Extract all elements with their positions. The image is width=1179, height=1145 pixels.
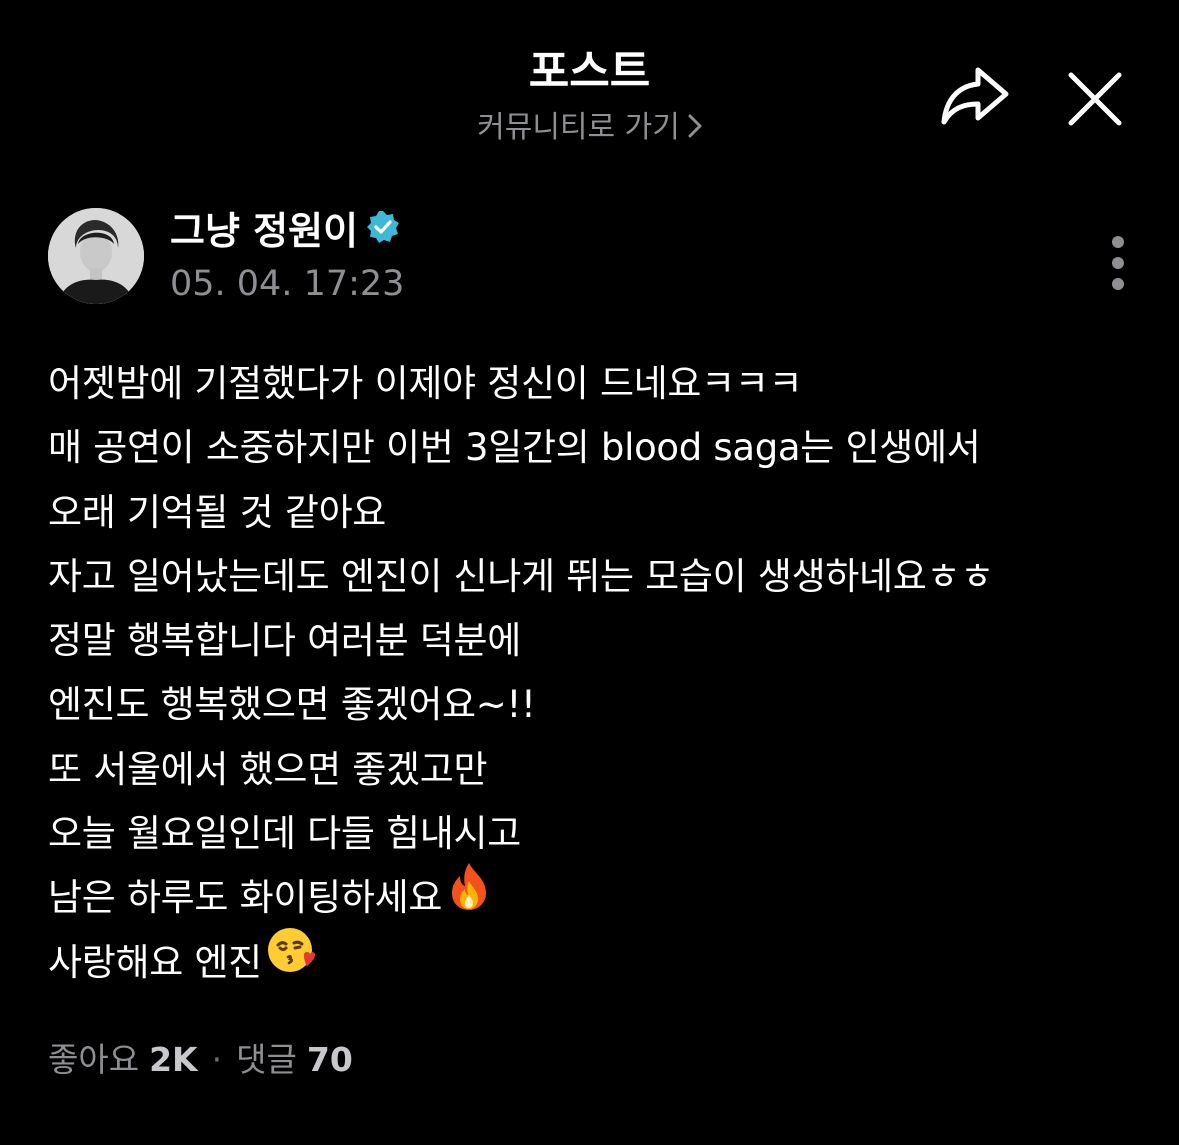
post-timestamp: 05. 04. 17:23 [170, 264, 405, 304]
post-line: 자고 일어났는데도 엔진이 신나게 뛰는 모습이 생생하네요ㅎㅎ [48, 554, 995, 598]
share-icon [941, 67, 1009, 125]
post-body: 어젯밤에 기절했다가 이제야 정신이 드네요ㅋㅋㅋ 매 공연이 소중하지만 이번… [48, 352, 1148, 995]
likes-stat[interactable]: 좋아요 2K [48, 1040, 198, 1079]
face-blowing-kiss-emoji-icon [266, 925, 316, 995]
avatar-image [48, 208, 144, 304]
likes-count: 2K [149, 1040, 198, 1079]
post-line-with-emoji: 사랑해요 엔진 [48, 928, 1148, 995]
share-button[interactable] [938, 62, 1012, 132]
stats-separator: · [211, 1040, 223, 1079]
post-line: 정말 행복합니다 여러분 덕분에 [48, 619, 522, 663]
comments-count: 70 [306, 1040, 353, 1079]
comments-stat[interactable]: 댓글 70 [236, 1040, 353, 1079]
author-name-label: 그냥 정원이 [170, 209, 359, 253]
verified-badge-icon [366, 208, 400, 254]
post-line-text: 사랑해요 엔진 [48, 940, 262, 984]
likes-label: 좋아요 [48, 1040, 140, 1079]
close-icon [1068, 72, 1122, 126]
post-header: 포스트 커뮤니티로 가기 [0, 0, 1179, 180]
post-line: 어젯밤에 기절했다가 이제야 정신이 드네요ㅋㅋㅋ [48, 362, 803, 405]
avatar[interactable] [48, 208, 144, 304]
more-vertical-icon [1112, 236, 1124, 290]
more-options-button[interactable] [1098, 228, 1138, 298]
post-line-with-emoji: 남은 하루도 화이팅하세요 [48, 862, 1148, 930]
post-line: 오늘 월요일인데 다들 힘내시고 [48, 812, 522, 856]
post-line: 오래 기억될 것 같아요 [48, 490, 387, 534]
fire-emoji-icon [446, 861, 492, 931]
author-row: 그냥 정원이 05. 04. 17:23 [48, 208, 1138, 308]
post-line: 매 공연이 소중하지만 이번 3일간의 blood saga는 인생에서 [48, 426, 981, 470]
post-line: 또 서울에서 했으면 좋겠고만 [48, 747, 488, 791]
comments-label: 댓글 [236, 1040, 297, 1079]
author-name[interactable]: 그냥 정원이 [170, 208, 400, 254]
post-stats: 좋아요 2K · 댓글 70 [48, 1036, 353, 1084]
chevron-right-icon [688, 109, 702, 149]
community-link-label: 커뮤니티로 가기 [477, 110, 680, 145]
close-button[interactable] [1066, 70, 1124, 128]
post-line-text: 남은 하루도 화이팅하세요 [48, 876, 443, 920]
post-line: 엔진도 행복했으면 좋겠어요~!! [48, 683, 536, 727]
